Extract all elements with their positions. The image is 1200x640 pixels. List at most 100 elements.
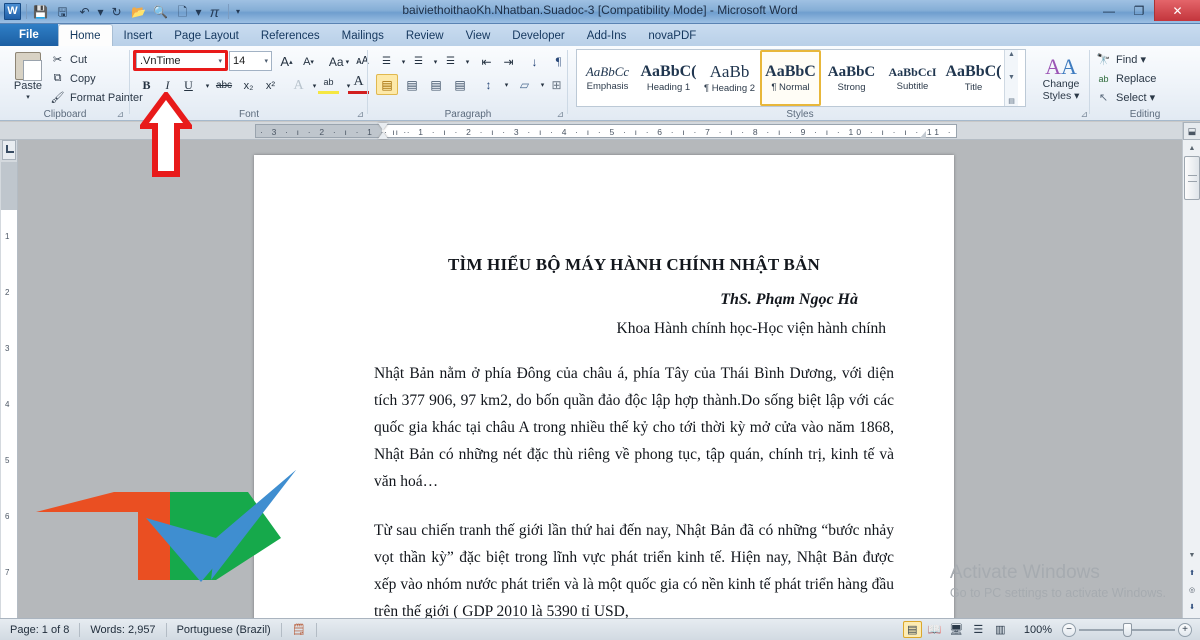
justify-button[interactable]: ▤ bbox=[449, 74, 471, 95]
next-page-button[interactable]: ⬇ bbox=[1183, 598, 1200, 615]
close-button[interactable]: ✕ bbox=[1154, 0, 1200, 21]
bold-button[interactable]: B bbox=[136, 75, 157, 96]
grow-font-button[interactable]: A ▴ bbox=[276, 51, 297, 72]
decrease-indent-button[interactable]: ⇤ bbox=[476, 51, 497, 72]
style-strong[interactable]: AaBbC Strong bbox=[821, 50, 882, 106]
increase-indent-button[interactable]: ⇥ bbox=[498, 51, 519, 72]
cut-button[interactable]: ✂ Cut bbox=[50, 52, 87, 67]
restore-button[interactable]: ❐ bbox=[1124, 0, 1154, 21]
style-title[interactable]: AaBbC( Title bbox=[943, 50, 1004, 106]
font-dialog-launcher[interactable]: ⊿ bbox=[356, 109, 364, 120]
zoom-slider-thumb[interactable] bbox=[1123, 622, 1132, 637]
document-title: TÌM HIỂU BỘ MÁY HÀNH CHÍNH NHẬT BẢN bbox=[447, 255, 821, 274]
zoom-out-button[interactable]: − bbox=[1062, 622, 1076, 637]
outline-view-button[interactable]: ☰ bbox=[969, 621, 988, 638]
sort-button[interactable]: ↓ bbox=[524, 51, 545, 72]
vertical-scrollbar[interactable]: ⬓ ▲ ▼ ⬆ ◎ ⬇ bbox=[1182, 122, 1200, 618]
language-indicator[interactable]: Portuguese (Brazil) bbox=[167, 619, 281, 640]
select-button[interactable]: ↖ Select ▾ bbox=[1096, 90, 1155, 105]
borders-button[interactable]: ⊞ bbox=[546, 74, 567, 95]
scroll-thumb[interactable] bbox=[1184, 156, 1200, 200]
document-content[interactable]: TÌM HIỂU BỘ MÁY HÀNH CHÍNH NHẬT BẢN ThS.… bbox=[374, 255, 894, 618]
italic-button[interactable]: I bbox=[157, 75, 178, 96]
scroll-down-button[interactable]: ▼ bbox=[1183, 547, 1200, 564]
tab-mailings[interactable]: Mailings bbox=[331, 25, 395, 46]
select-browse-object-button[interactable]: ◎ bbox=[1183, 581, 1200, 598]
tab-developer[interactable]: Developer bbox=[501, 25, 575, 46]
style-emphasis[interactable]: AaBbCc Emphasis bbox=[577, 50, 638, 106]
split-window-handle[interactable]: ⬓ bbox=[1183, 122, 1200, 140]
ruler-track[interactable]: · 3 · ı · 2 · ı · 1 · ı · · ı · 1 · ı · … bbox=[255, 124, 957, 138]
center-button[interactable]: ▤ bbox=[401, 74, 423, 95]
proofing-errors-icon[interactable]: 🗒 bbox=[282, 619, 316, 640]
font-name-dropdown-icon[interactable]: ▾ bbox=[214, 57, 222, 65]
document-workspace[interactable]: TÌM HIỂU BỘ MÁY HÀNH CHÍNH NHẬT BẢN ThS.… bbox=[18, 140, 1182, 618]
change-case-button[interactable]: Aa ▾ bbox=[326, 51, 352, 72]
styles-dialog-launcher[interactable]: ⊿ bbox=[1080, 109, 1088, 120]
highlight-button[interactable]: ab bbox=[318, 73, 339, 94]
tab-home[interactable]: Home bbox=[57, 24, 113, 46]
previous-page-button[interactable]: ⬆ bbox=[1183, 564, 1200, 581]
styles-more-icon[interactable]: ▤ bbox=[1005, 97, 1018, 105]
tab-page-layout[interactable]: Page Layout bbox=[163, 25, 250, 46]
align-right-button[interactable]: ▤ bbox=[425, 74, 447, 95]
tab-review[interactable]: Review bbox=[395, 25, 455, 46]
page-indicator[interactable]: Page: 1 of 8 bbox=[0, 619, 79, 640]
font-size-dropdown-icon[interactable]: ▾ bbox=[260, 57, 268, 65]
paste-button[interactable]: Paste ▾ bbox=[6, 50, 50, 106]
paragraph-dialog-launcher[interactable]: ⊿ bbox=[556, 109, 564, 120]
zoom-in-button[interactable]: + bbox=[1178, 622, 1192, 637]
replace-button[interactable]: ab Replace bbox=[1096, 71, 1156, 86]
scroll-up-button[interactable]: ▲ bbox=[1183, 140, 1200, 157]
full-screen-reading-view-button[interactable]: 📖 bbox=[925, 621, 944, 638]
tab-file[interactable]: File bbox=[0, 24, 58, 46]
style-heading-1[interactable]: AaBbC( Heading 1 bbox=[638, 50, 699, 106]
tab-references[interactable]: References bbox=[250, 25, 331, 46]
web-layout-view-button[interactable]: 🖥 bbox=[947, 621, 966, 638]
paste-dropdown-icon[interactable]: ▾ bbox=[26, 93, 30, 101]
hanging-indent-marker[interactable] bbox=[378, 132, 388, 139]
minimize-button[interactable]: — bbox=[1094, 0, 1124, 21]
tab-insert[interactable]: Insert bbox=[113, 25, 164, 46]
change-styles-button[interactable]: AA Change Styles ▾ bbox=[1036, 50, 1086, 108]
align-left-button[interactable]: ▤ bbox=[376, 74, 398, 95]
window-controls[interactable]: — ❐ ✕ bbox=[1094, 0, 1200, 21]
superscript-button[interactable]: x² bbox=[260, 75, 281, 96]
right-indent-marker[interactable] bbox=[920, 131, 926, 138]
paste-icon bbox=[15, 52, 42, 81]
underline-button[interactable]: U bbox=[178, 75, 199, 96]
style-subtitle[interactable]: AaBbCcI Subtitle bbox=[882, 50, 943, 106]
tab-novapdf[interactable]: novaPDF bbox=[637, 25, 707, 46]
subscript-button[interactable]: x₂ bbox=[238, 75, 259, 96]
copy-button[interactable]: ⧉ Copy bbox=[50, 71, 96, 86]
font-name-input[interactable]: .VnTime ▾ bbox=[136, 51, 226, 71]
styles-scroll-up-icon[interactable]: ▲ bbox=[1005, 51, 1018, 58]
style-heading-2[interactable]: AaBb ¶ Heading 2 bbox=[699, 50, 760, 106]
strikethrough-button[interactable]: abc bbox=[212, 75, 236, 96]
tab-view[interactable]: View bbox=[455, 25, 502, 46]
styles-gallery-scrollbar[interactable]: ▲ ▼ ▤ bbox=[1004, 50, 1018, 106]
tab-add-ins[interactable]: Add-Ins bbox=[576, 25, 638, 46]
style-normal[interactable]: AaBbC ¶ Normal bbox=[760, 50, 821, 106]
vertical-ruler[interactable]: 1 2 3 4 5 6 7 bbox=[0, 140, 18, 618]
show-formatting-marks-button[interactable]: ¶ bbox=[548, 51, 569, 72]
left-tab-icon bbox=[6, 145, 14, 153]
print-layout-view-button[interactable]: ▤ bbox=[902, 621, 922, 638]
zoom-level-label[interactable]: 100% bbox=[1024, 624, 1052, 636]
zoom-slider[interactable] bbox=[1079, 622, 1175, 637]
font-size-input[interactable]: 14 ▾ bbox=[229, 51, 272, 71]
multilevel-dropdown-icon[interactable]: ▾ bbox=[457, 51, 478, 72]
document-page[interactable]: TÌM HIỂU BỘ MÁY HÀNH CHÍNH NHẬT BẢN ThS.… bbox=[254, 155, 954, 618]
ribbon-tabs[interactable]: File Home Insert Page Layout References … bbox=[0, 24, 1200, 46]
clipboard-dialog-launcher[interactable]: ⊿ bbox=[116, 109, 124, 120]
word-count[interactable]: Words: 2,957 bbox=[80, 619, 165, 640]
styles-scroll-down-icon[interactable]: ▼ bbox=[1005, 74, 1018, 81]
draft-view-button[interactable]: ▥ bbox=[991, 621, 1010, 638]
first-line-indent-marker[interactable] bbox=[378, 123, 388, 130]
tab-stop-selector[interactable] bbox=[2, 140, 16, 160]
styles-gallery[interactable]: AaBbCc Emphasis AaBbC( Heading 1 AaBb ¶ … bbox=[576, 49, 1026, 107]
horizontal-ruler[interactable]: · 3 · ı · 2 · ı · 1 · ı · · ı · 1 · ı · … bbox=[0, 122, 1200, 140]
shrink-font-button[interactable]: A ▾ bbox=[298, 51, 319, 72]
font-color-button[interactable]: A bbox=[348, 73, 369, 94]
find-button[interactable]: 🔭 Find ▾ bbox=[1096, 52, 1146, 67]
